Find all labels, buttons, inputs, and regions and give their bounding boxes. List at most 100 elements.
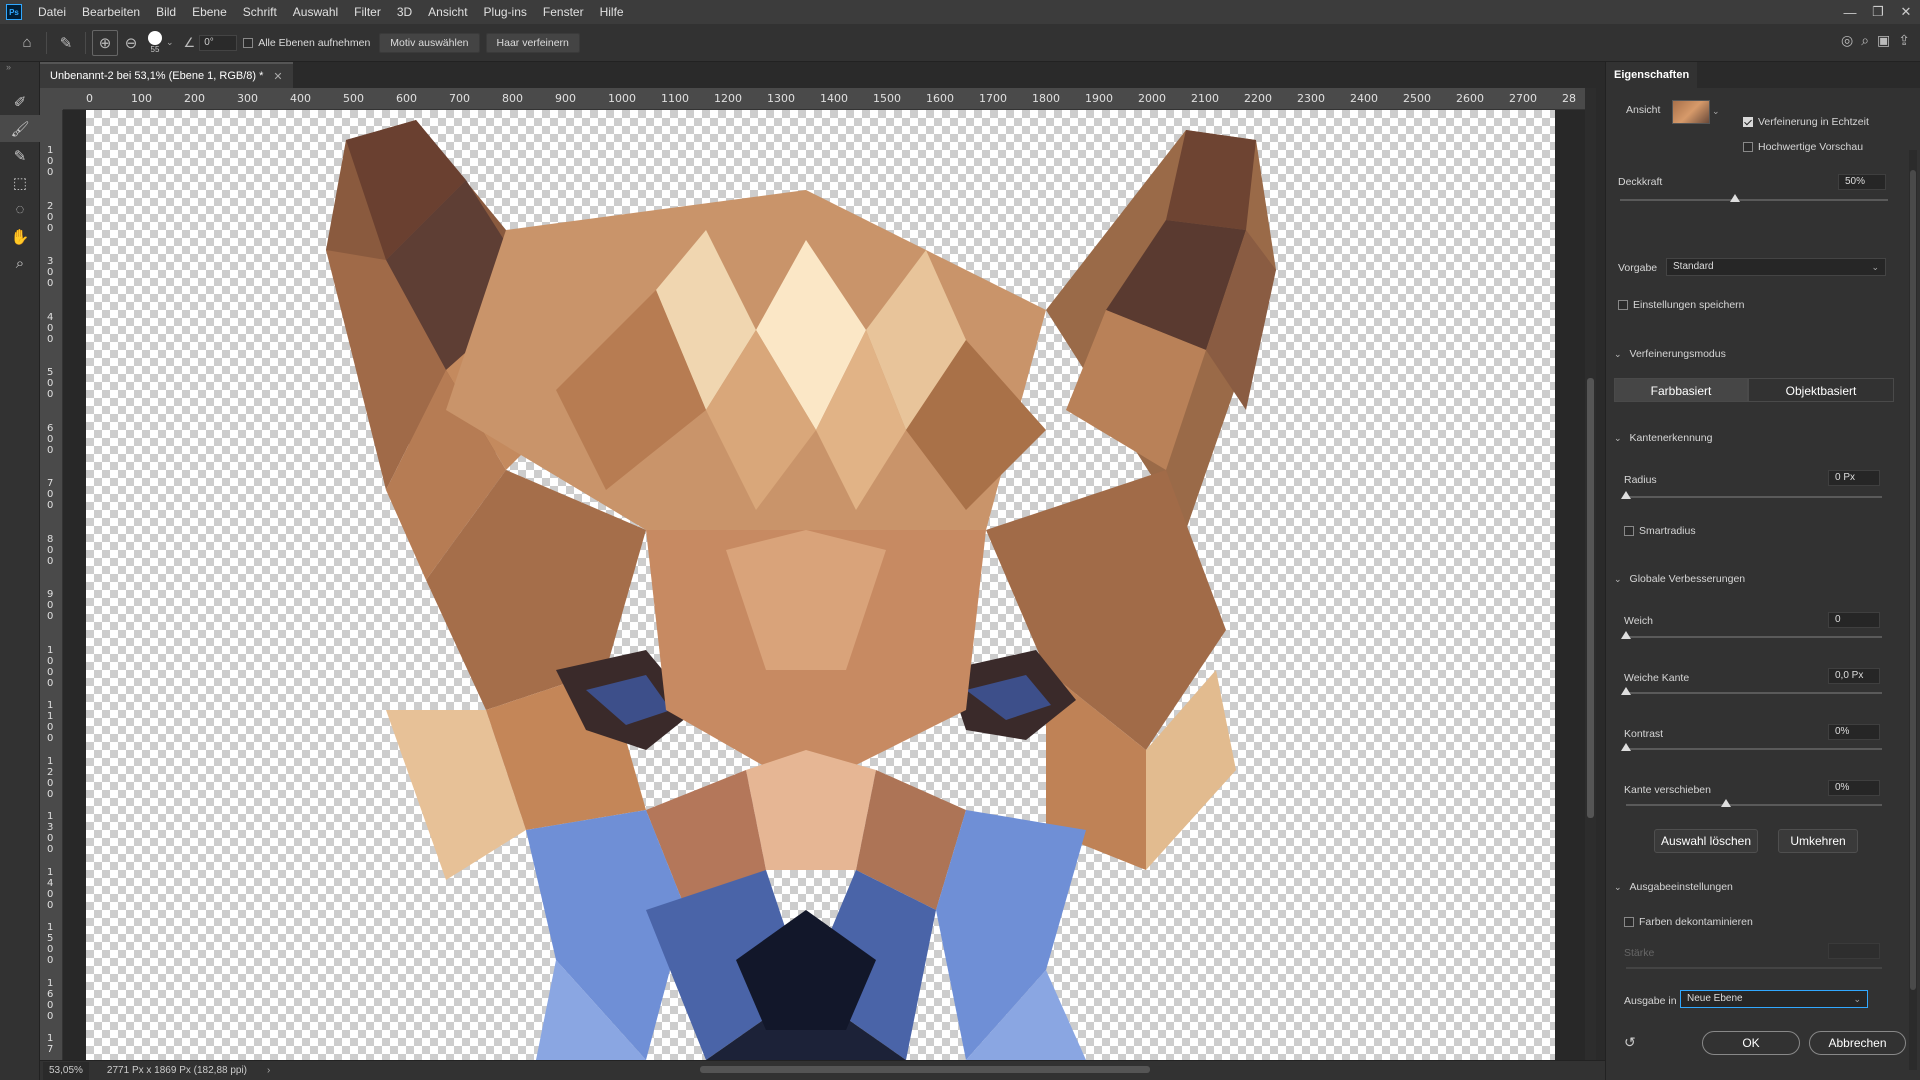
close-tab-icon[interactable]: ✕ (273, 70, 282, 83)
subtract-from-selection-icon[interactable]: ⊖ (118, 30, 144, 56)
restore-icon[interactable]: ❐ (1864, 0, 1892, 24)
ruler-tick-label: 1800 (1032, 92, 1060, 105)
checkbox-box[interactable] (1624, 917, 1634, 927)
object-selection-tool-icon[interactable]: ⬚ (0, 169, 40, 196)
canvas-horizontal-scrollbar[interactable] (700, 1066, 1150, 1073)
output-settings-section[interactable]: ⌄ Ausgabeeinstellungen (1614, 881, 1733, 893)
cancel-button[interactable]: Abbrechen (1809, 1031, 1906, 1055)
slider-knob[interactable] (1720, 799, 1731, 807)
edge-detection-section[interactable]: ⌄ Kantenerkennung (1614, 432, 1712, 444)
feather-input[interactable]: 0,0 Px (1828, 668, 1880, 684)
sample-all-layers-checkbox[interactable]: Alle Ebenen aufnehmen (243, 37, 370, 49)
document-canvas[interactable] (86, 110, 1555, 1060)
checkbox-box[interactable] (243, 37, 254, 48)
global-refinements-section[interactable]: ⌄ Globale Verbesserungen (1614, 573, 1745, 585)
smooth-input[interactable]: 0 (1828, 612, 1880, 628)
panel-scrollbar[interactable] (1909, 150, 1917, 1070)
output-settings-title: Ausgabeeinstellungen (1629, 881, 1733, 893)
slider-knob[interactable] (1621, 491, 1631, 499)
clear-selection-button[interactable]: Auswahl löschen (1654, 829, 1758, 853)
learn-icon[interactable]: ◎ (1841, 32, 1853, 49)
checkbox-box[interactable] (1618, 300, 1628, 310)
menu-plugins[interactable]: Plug-ins (476, 0, 535, 24)
color-aware-button[interactable]: Farbbasiert (1614, 378, 1748, 402)
contrast-slider[interactable] (1621, 743, 1882, 751)
canvas-vertical-scrollbar[interactable] (1585, 88, 1596, 1060)
angle-input[interactable]: 0° (199, 34, 238, 51)
expand-toolbar-icon[interactable]: » (0, 62, 39, 88)
scroll-thumb[interactable] (1587, 378, 1594, 818)
reset-icon[interactable]: ↺ (1624, 1034, 1636, 1051)
output-to-dropdown[interactable]: Neue Ebene ⌄ (1680, 990, 1868, 1008)
radius-slider[interactable] (1621, 491, 1882, 499)
status-expand-icon[interactable]: › (267, 1065, 270, 1076)
workspace-icon[interactable]: ▣ (1877, 32, 1890, 49)
quick-selection-tool-icon[interactable]: ✐ (0, 88, 40, 115)
strength-slider (1626, 967, 1882, 969)
decontaminate-checkbox[interactable]: Farben dekontaminieren (1624, 916, 1753, 928)
menu-bild[interactable]: Bild (148, 0, 184, 24)
menu-datei[interactable]: Datei (30, 0, 74, 24)
feather-slider[interactable] (1621, 687, 1882, 695)
menu-schrift[interactable]: Schrift (235, 0, 285, 24)
menu-auswahl[interactable]: Auswahl (285, 0, 346, 24)
menu-fenster[interactable]: Fenster (535, 0, 592, 24)
smart-radius-checkbox[interactable]: Smartradius (1624, 525, 1696, 537)
contrast-label: Kontrast (1624, 728, 1664, 740)
save-settings-checkbox[interactable]: Einstellungen speichern (1618, 299, 1745, 311)
object-aware-button[interactable]: Objektbasiert (1748, 378, 1894, 402)
document-tab[interactable]: Unbenannt-2 bei 53,1% (Ebene 1, RGB/8) *… (40, 62, 293, 88)
checkbox-box[interactable] (1624, 526, 1634, 536)
preset-dropdown[interactable]: Standard ⌄ (1666, 258, 1886, 276)
menu-3d[interactable]: 3D (389, 0, 420, 24)
refine-edge-brush-tool-icon[interactable]: 🖌 (0, 115, 40, 142)
checkbox-box[interactable] (1743, 142, 1753, 152)
lasso-tool-icon[interactable]: ◌ (0, 196, 40, 223)
smooth-slider[interactable] (1621, 631, 1882, 639)
vertical-ruler[interactable]: 1 0 0 2 0 0 3 0 0 4 0 0 5 0 0 6 0 0 7 0 0 8 0 0… (40, 110, 63, 1060)
select-subject-button[interactable]: Motiv auswählen (379, 32, 480, 53)
invert-button[interactable]: Umkehren (1778, 829, 1858, 853)
view-mode-preview[interactable] (1672, 100, 1710, 124)
slider-knob[interactable] (1621, 631, 1631, 639)
refine-brush-tool-icon[interactable]: ✎ (53, 30, 79, 56)
checkbox-box[interactable] (1743, 117, 1753, 127)
opacity-slider[interactable] (1620, 194, 1888, 202)
chevron-down-icon[interactable]: ⌄ (1712, 106, 1720, 117)
ok-button[interactable]: OK (1702, 1031, 1800, 1055)
add-to-selection-icon[interactable]: ⊕ (92, 29, 118, 56)
hand-tool-icon[interactable]: ✋ (0, 223, 40, 250)
slider-knob[interactable] (1730, 194, 1741, 202)
opacity-input[interactable]: 50% (1838, 174, 1886, 190)
zoom-tool-icon[interactable]: ⌕ (0, 250, 40, 277)
menu-filter[interactable]: Filter (346, 0, 389, 24)
hq-preview-checkbox[interactable]: Hochwertige Vorschau (1743, 141, 1863, 153)
menu-bearbeiten[interactable]: Bearbeiten (74, 0, 148, 24)
panel-title[interactable]: Eigenschaften (1606, 62, 1698, 88)
shift-edge-input[interactable]: 0% (1828, 780, 1880, 796)
canvas-area[interactable] (63, 110, 1585, 1060)
shift-edge-slider[interactable] (1626, 799, 1882, 807)
menu-ansicht[interactable]: Ansicht (420, 0, 475, 24)
zoom-level[interactable]: 53,05% (43, 1061, 89, 1080)
close-window-icon[interactable]: ✕ (1892, 0, 1920, 24)
refine-mode-section[interactable]: ⌄ Verfeinerungsmodus (1614, 348, 1726, 360)
horizontal-ruler[interactable]: 0 100 200 300 400 500 600 700 800 900 1000 1100 1200… (63, 88, 1596, 110)
brush-tool-icon[interactable]: ✎ (0, 142, 40, 169)
ruler-tick-label: 8 0 0 (47, 533, 54, 567)
refine-hair-button[interactable]: Haar verfeinern (485, 32, 580, 53)
menu-ebene[interactable]: Ebene (184, 0, 235, 24)
brush-size-picker[interactable]: 55 (148, 31, 162, 54)
slider-knob[interactable] (1621, 687, 1631, 695)
share-icon[interactable]: ⇪ (1898, 32, 1910, 49)
realtime-refine-checkbox[interactable]: Verfeinerung in Echtzeit (1743, 116, 1869, 128)
minimize-icon[interactable]: — (1836, 0, 1864, 24)
home-icon[interactable]: ⌂ (14, 30, 40, 56)
menu-hilfe[interactable]: Hilfe (592, 0, 632, 24)
contrast-input[interactable]: 0% (1828, 724, 1880, 740)
scroll-thumb[interactable] (1910, 170, 1916, 990)
chevron-down-icon[interactable]: ⌄ (166, 37, 174, 48)
search-icon[interactable]: ⌕ (1861, 32, 1869, 49)
radius-input[interactable]: 0 Px (1828, 470, 1880, 486)
slider-knob[interactable] (1621, 743, 1631, 751)
